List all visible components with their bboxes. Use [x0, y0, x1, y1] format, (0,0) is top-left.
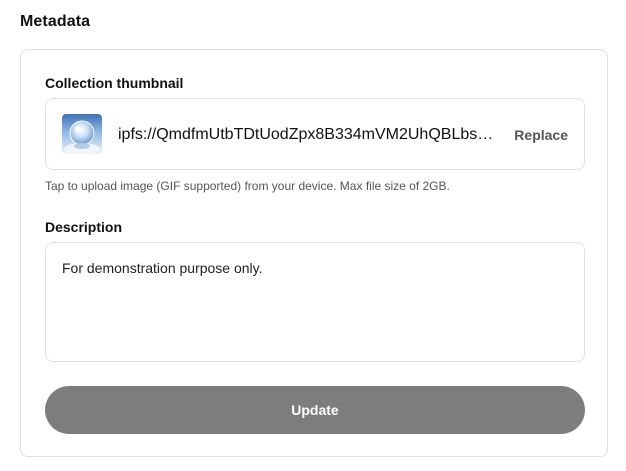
- thumbnail-ipfs-uri: ipfs://QmdfmUtbTDtUodZpx8B334mVM2UhQBLbs…: [118, 126, 496, 143]
- metadata-page: Metadata Collection thumbnail ipfs://Qmd…: [0, 0, 626, 471]
- update-button[interactable]: Update: [45, 386, 585, 434]
- metadata-card: Collection thumbnail ipfs://QmdfmUtbTDtU…: [20, 49, 608, 457]
- description-label: Description: [45, 219, 123, 235]
- section-title: Metadata: [20, 13, 91, 30]
- replace-button[interactable]: Replace: [514, 125, 568, 145]
- thumbnail-label: Collection thumbnail: [45, 75, 184, 91]
- description-value: For demonstration purpose only.: [62, 260, 263, 276]
- crystal-ball-icon: [64, 120, 100, 154]
- thumbnail-image: [62, 114, 102, 154]
- description-textarea[interactable]: For demonstration purpose only.: [45, 242, 585, 362]
- thumbnail-upload-field[interactable]: ipfs://QmdfmUtbTDtUodZpx8B334mVM2UhQBLbs…: [45, 98, 585, 170]
- thumbnail-helper-text: Tap to upload image (GIF supported) from…: [45, 179, 450, 193]
